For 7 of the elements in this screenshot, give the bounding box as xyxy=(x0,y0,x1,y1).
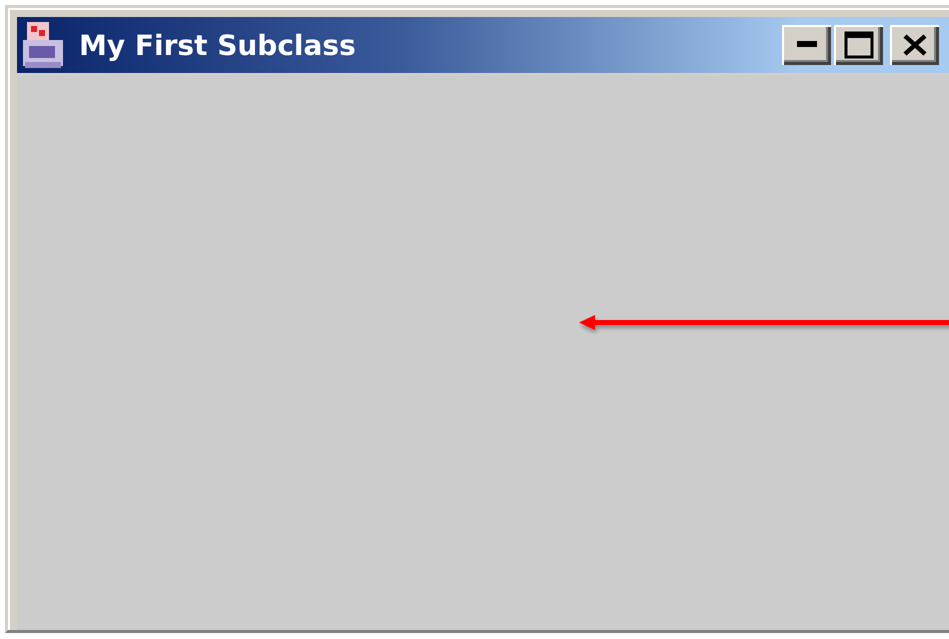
maximize-button[interactable] xyxy=(834,25,883,65)
maximize-icon xyxy=(844,31,874,59)
close-button[interactable] xyxy=(890,25,939,65)
window-title: My First Subclass xyxy=(79,28,356,62)
minimize-button[interactable] xyxy=(782,25,831,65)
close-icon xyxy=(902,34,926,56)
minimize-icon xyxy=(796,41,816,49)
